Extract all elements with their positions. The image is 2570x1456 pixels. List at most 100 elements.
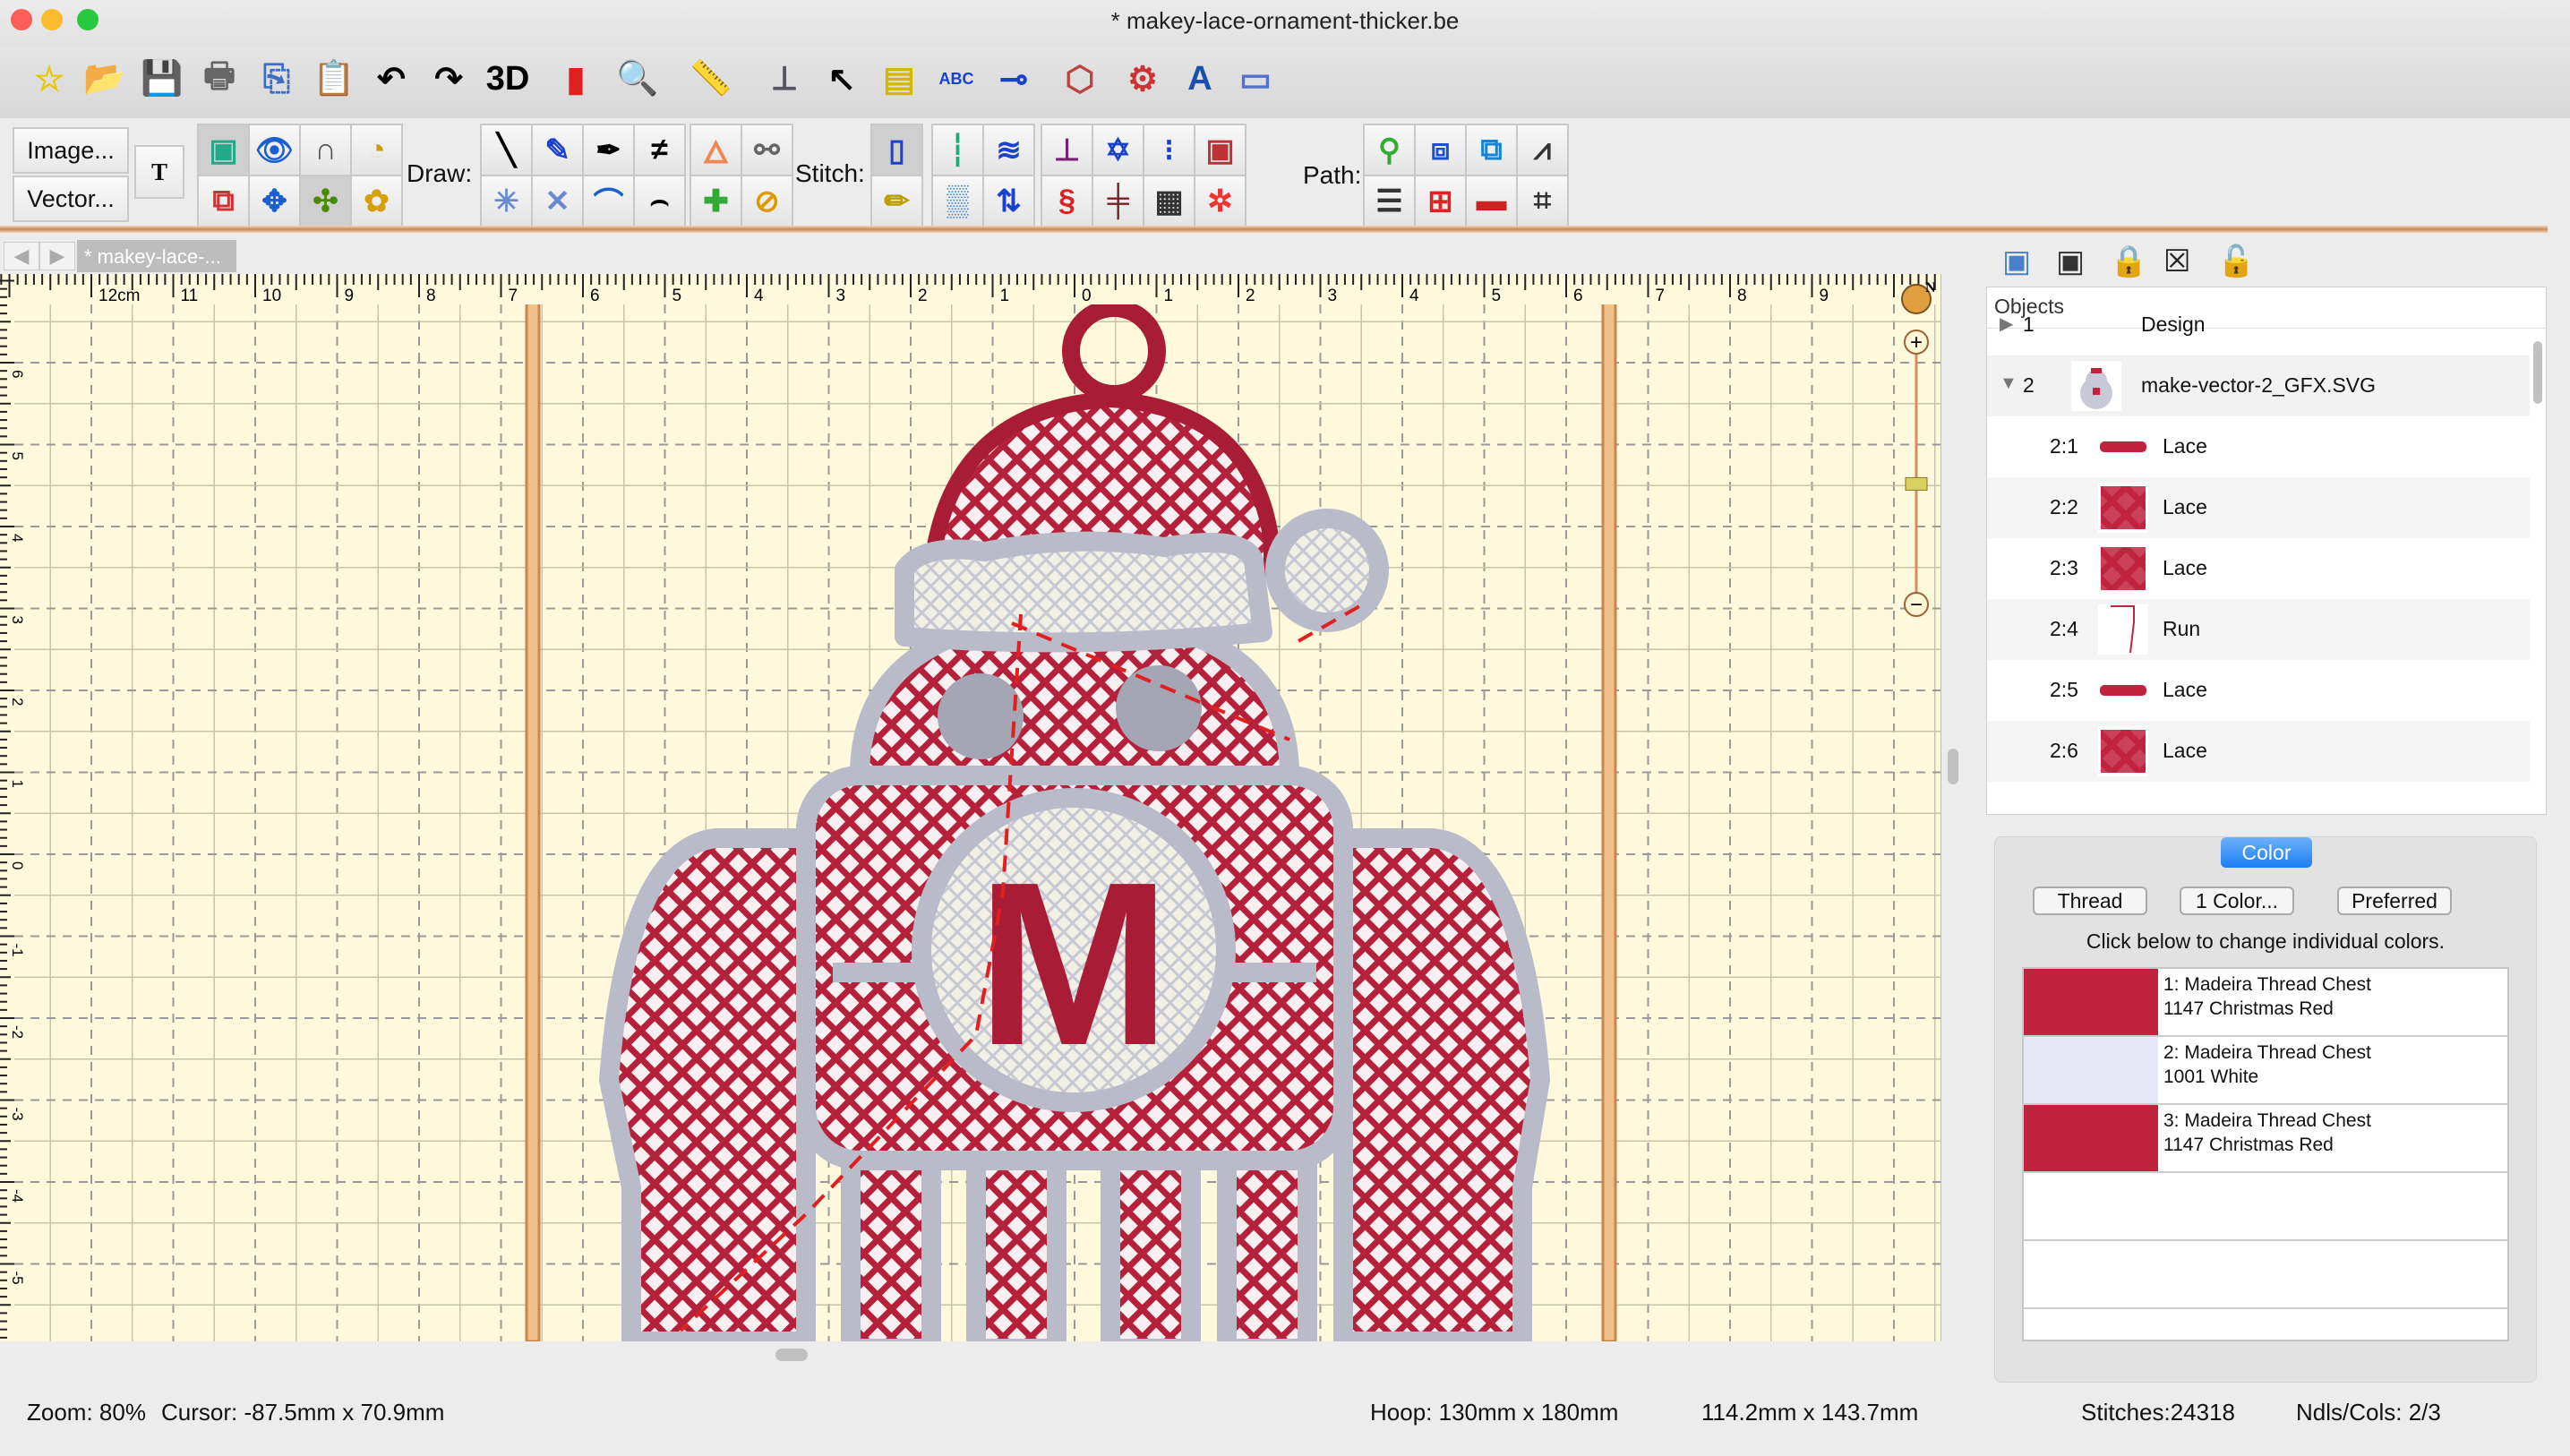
bezier-icon[interactable]: ⌒: [584, 176, 633, 226]
object-row[interactable]: 2:6 Lace: [1987, 721, 2530, 782]
gears-icon[interactable]: ✿: [352, 176, 401, 226]
clock-icon[interactable]: ◔: [352, 125, 401, 175]
design-canvas[interactable]: M 12cm 11 10 9 8 7 6 5 4 3 2 1 0 1 2 3 4 5 6 7 8 9 6 5 4 3 2 1 0 -1 -2…: [0, 274, 1941, 1341]
thread-color-row[interactable]: 3: Madeira Thread Chest 1147 Christmas Re…: [2024, 1105, 2507, 1173]
arrows-icon[interactable]: ✣: [301, 176, 350, 226]
fountain-pen-icon[interactable]: ✒: [584, 125, 633, 175]
object-row[interactable]: 2:5 Lace: [1987, 660, 2530, 721]
color-swatch[interactable]: [2024, 969, 2158, 1035]
applique-icon[interactable]: §: [1042, 176, 1092, 226]
run-stitch-icon[interactable]: ┆: [933, 125, 982, 175]
expand-toggle-icon[interactable]: ▼: [2000, 373, 2017, 394]
objects-scroll-thumb[interactable]: [2533, 341, 2542, 404]
thread-button[interactable]: Thread: [2033, 886, 2147, 915]
expand-all-icon[interactable]: ▣: [2002, 244, 2043, 285]
embroidery-design[interactable]: M: [599, 299, 1550, 1341]
tab-document[interactable]: * makey-lace-...: [77, 240, 236, 272]
print-icon[interactable]: 🖶: [196, 56, 243, 102]
cross-stitch-icon[interactable]: ✲: [1195, 176, 1245, 226]
canvas-horizontal-scrollbar[interactable]: [0, 1341, 1941, 1368]
pointer-icon[interactable]: ↖: [818, 56, 865, 102]
collapse-all-icon[interactable]: ▣: [2056, 244, 2097, 285]
one-color-button[interactable]: 1 Color...: [2180, 886, 2294, 915]
ruler-icon[interactable]: 📏: [688, 56, 734, 102]
color-swatch[interactable]: [2024, 1037, 2158, 1103]
zoom-control[interactable]: N + −: [1898, 278, 1936, 618]
thread-color-list[interactable]: 1: Madeira Thread Chest 1147 Christmas Re…: [2022, 967, 2509, 1341]
add-shape-icon[interactable]: ✚: [691, 176, 741, 226]
lock-none-icon[interactable]: ☒: [2163, 244, 2205, 285]
open-folder-icon[interactable]: 📂: [81, 56, 128, 102]
new-file-icon[interactable]: ☆: [26, 56, 73, 102]
unlock-icon[interactable]: 🔓: [2217, 244, 2258, 285]
needle-icon[interactable]: ⟂: [761, 56, 808, 102]
chart-icon[interactable]: ▮: [553, 56, 599, 102]
object-row[interactable]: ▼ 2 make-vector-2_GFX.SVG: [1987, 355, 2530, 416]
line-icon[interactable]: ╲: [482, 125, 531, 175]
preferred-button[interactable]: Preferred: [2337, 886, 2452, 915]
lock-icon[interactable]: 🔒: [2110, 244, 2151, 285]
overlap-icon[interactable]: ⧉: [199, 176, 248, 226]
flag-icon[interactable]: ▬: [1467, 176, 1516, 226]
zigzag-stitch-icon[interactable]: ≋: [984, 125, 1033, 175]
wand-select-icon[interactable]: ✳: [482, 176, 531, 226]
fill-stitch-icon[interactable]: ▒: [933, 176, 982, 226]
settings-download-icon[interactable]: ⚙: [1119, 56, 1166, 102]
node-edit-icon[interactable]: ⬡: [1057, 56, 1103, 102]
send-back-icon[interactable]: ⧈: [1416, 125, 1465, 175]
ladder-icon[interactable]: ≠: [635, 125, 684, 175]
color-chart-icon[interactable]: ▤: [876, 56, 922, 102]
tab-back-button[interactable]: ◀: [4, 242, 39, 270]
vertical-scroll-thumb[interactable]: [1948, 749, 1958, 784]
object-row[interactable]: 2:3 Lace: [1987, 538, 2530, 599]
eye-icon[interactable]: 👁: [250, 125, 299, 175]
paste-icon[interactable]: 📋: [311, 56, 357, 102]
zoom-slider-thumb[interactable]: [1905, 476, 1928, 491]
mirror-right-icon[interactable]: ↷: [425, 56, 472, 102]
color-tab[interactable]: Color: [2221, 837, 2312, 868]
thread-color-row[interactable]: 1: Madeira Thread Chest 1147 Christmas Re…: [2024, 969, 2507, 1037]
pen-node-icon[interactable]: ✎: [533, 125, 582, 175]
pencil-stitch-icon[interactable]: ✏: [872, 176, 921, 226]
object-row[interactable]: 2:1 Lace: [1987, 416, 2530, 477]
document-stack-icon[interactable]: ▭: [1232, 56, 1279, 102]
rectangle-stitch-icon[interactable]: ▯: [872, 125, 921, 175]
e-stitch-icon[interactable]: ⊥: [1042, 125, 1092, 175]
frame-icon[interactable]: ▣: [1195, 125, 1245, 175]
image-button[interactable]: Image...: [13, 127, 129, 174]
slider-tool-icon[interactable]: ⊸: [990, 56, 1037, 102]
text-letter-icon[interactable]: A: [1177, 56, 1223, 102]
bead-icon[interactable]: ⁝: [1144, 125, 1194, 175]
expand-toggle-icon[interactable]: ▶: [2000, 313, 2013, 335]
cut-shape-icon[interactable]: ⊘: [742, 176, 792, 226]
satin-stitch-icon[interactable]: ⇅: [984, 176, 1033, 226]
canvas-vertical-scrollbar[interactable]: [1945, 274, 1961, 1341]
vector-button[interactable]: Vector...: [13, 176, 129, 222]
copy-icon[interactable]: ⎘: [253, 56, 300, 102]
node-link-icon[interactable]: ⚯: [742, 125, 792, 175]
star-motif-icon[interactable]: ✡: [1093, 125, 1143, 175]
abc-spell-icon[interactable]: ABC: [933, 56, 980, 102]
zigzag-path-icon[interactable]: ⩘: [1518, 125, 1567, 175]
picture-icon[interactable]: ▣: [199, 125, 248, 175]
3d-view-icon[interactable]: 3D: [484, 56, 531, 102]
cross-row-icon[interactable]: ╪: [1093, 176, 1143, 226]
lock-path-icon[interactable]: ∩: [301, 125, 350, 175]
mirror-left-icon[interactable]: ↶: [368, 56, 415, 102]
bring-front-icon[interactable]: ⧉: [1467, 125, 1516, 175]
save-icon[interactable]: 💾: [139, 56, 185, 102]
flame-icon[interactable]: 🜂: [691, 125, 741, 175]
objects-list[interactable]: Objects ▶ 1 Design ▼ 2 make-vector-2_GFX.SVG 2…: [1986, 287, 2547, 815]
move-icon[interactable]: ✥: [250, 176, 299, 226]
object-row[interactable]: ▶ 1 Design: [1987, 295, 2530, 355]
align-icon[interactable]: ☰: [1365, 176, 1414, 226]
object-row[interactable]: 2:2 Lace: [1987, 477, 2530, 538]
magnifier-icon[interactable]: 🔍: [614, 56, 661, 102]
object-row[interactable]: 2:4 Run: [1987, 599, 2530, 660]
combine-icon[interactable]: ⊞: [1416, 176, 1465, 226]
crop-icon[interactable]: ⌗: [1518, 176, 1567, 226]
tab-forward-button[interactable]: ▶: [39, 242, 75, 270]
horizontal-scroll-thumb[interactable]: [775, 1349, 808, 1361]
wand-cross-icon[interactable]: ✕: [533, 176, 582, 226]
color-swatch[interactable]: [2024, 1105, 2158, 1171]
